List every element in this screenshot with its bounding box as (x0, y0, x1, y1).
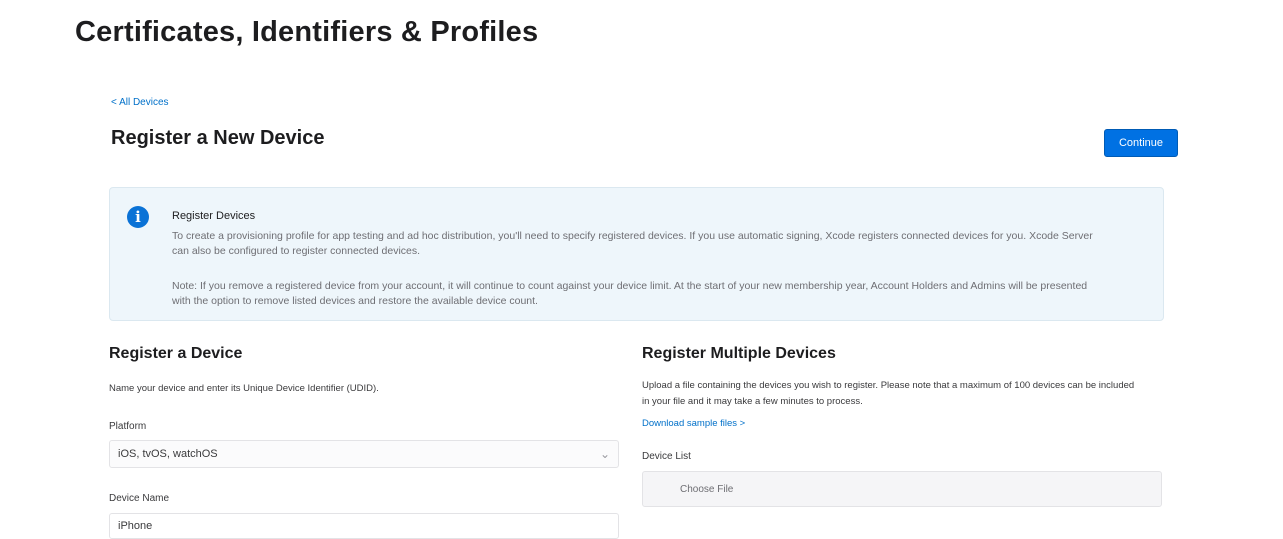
choose-file-button[interactable]: Choose File (642, 471, 1162, 507)
info-note-paragraph: Note: If you remove a registered device … (172, 280, 1088, 307)
device-list-label: Device List (642, 451, 691, 462)
info-panel: i Register Devices To create a provision… (109, 187, 1164, 321)
platform-select[interactable]: iOS, tvOS, watchOS ⌄ (109, 440, 619, 468)
device-name-label: Device Name (109, 493, 170, 504)
back-to-all-devices-link[interactable]: < All Devices (111, 97, 169, 108)
platform-value: iOS, tvOS, watchOS (118, 448, 218, 460)
chevron-down-icon: ⌄ (599, 447, 610, 461)
info-paragraph: To create a provisioning profile for app… (172, 230, 1093, 257)
choose-file-label: Choose File (680, 484, 734, 495)
section-title: Register a New Device (111, 127, 325, 149)
register-multiple-description: Upload a file containing the devices you… (642, 380, 1135, 407)
register-multiple-title: Register Multiple Devices (642, 345, 836, 362)
page-title: Certificates, Identifiers & Profiles (75, 16, 539, 48)
register-device-title: Register a Device (109, 345, 243, 362)
platform-label: Platform (109, 421, 147, 432)
download-sample-files-link[interactable]: Download sample files > (642, 418, 745, 429)
info-icon: i (127, 206, 149, 228)
continue-button[interactable]: Continue (1104, 129, 1178, 157)
device-name-field[interactable] (109, 513, 619, 539)
info-heading: Register Devices (172, 210, 256, 222)
register-device-description: Name your device and enter its Unique De… (109, 383, 379, 394)
